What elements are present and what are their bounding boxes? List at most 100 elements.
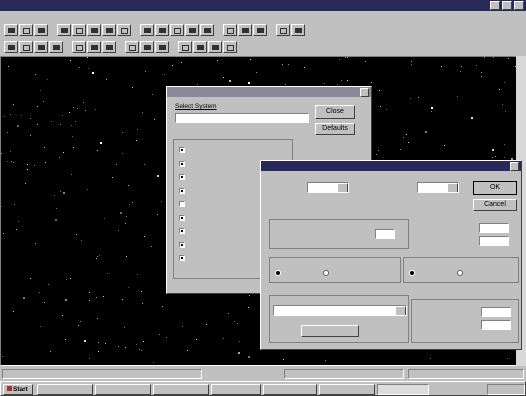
arrow-right-button[interactable]: [49, 41, 63, 53]
star: [97, 150, 98, 151]
star: [408, 142, 409, 143]
taskbar-item[interactable]: [211, 384, 261, 395]
constellation-button[interactable]: [223, 24, 237, 36]
star: [21, 115, 22, 116]
chart-button[interactable]: [291, 24, 305, 36]
zoom-box-icon: [129, 45, 136, 51]
open-folder-button[interactable]: [4, 24, 18, 36]
star: [95, 109, 96, 110]
star: [55, 219, 57, 221]
minimize-icon[interactable]: [490, 1, 501, 10]
center-button[interactable]: [102, 41, 116, 53]
paste-button[interactable]: [87, 24, 101, 36]
taskbar-item[interactable]: [95, 384, 151, 395]
print-button[interactable]: [34, 24, 48, 36]
field2-select[interactable]: [417, 182, 459, 193]
cut-button[interactable]: [57, 24, 71, 36]
label-button[interactable]: [140, 41, 154, 53]
item-value-field[interactable]: [375, 229, 395, 239]
star: [379, 90, 380, 91]
option-checkbox[interactable]: [179, 174, 185, 180]
option-checkbox[interactable]: [179, 214, 185, 221]
option-checkbox[interactable]: [179, 187, 185, 194]
taskbar-item[interactable]: [319, 384, 375, 395]
checkmark-icon: [181, 189, 183, 192]
row-value-field[interactable]: [479, 236, 509, 246]
star: [406, 134, 407, 135]
catalog-dropdown[interactable]: [273, 305, 407, 316]
chevron-down-icon[interactable]: [447, 183, 458, 192]
zoom-in-button[interactable]: [140, 24, 154, 36]
radio-b2[interactable]: [457, 270, 463, 276]
telescope-button[interactable]: [238, 24, 252, 36]
chevron-down-icon[interactable]: [395, 306, 406, 315]
star: [120, 212, 122, 214]
rotate-right-button[interactable]: [87, 41, 101, 53]
radio-a2[interactable]: [323, 270, 329, 276]
star: [339, 59, 340, 60]
star: [142, 112, 143, 113]
settings-button[interactable]: [276, 24, 290, 36]
arrow-left-button[interactable]: [34, 41, 48, 53]
track-button[interactable]: [178, 41, 192, 53]
stars-button[interactable]: [185, 24, 199, 36]
star: [105, 343, 106, 344]
close-icon[interactable]: [360, 88, 369, 97]
star: [137, 274, 138, 275]
option-checkbox[interactable]: [179, 147, 185, 153]
horizon-button[interactable]: [223, 41, 237, 53]
undo-button[interactable]: [102, 24, 116, 36]
field-button[interactable]: [193, 41, 207, 53]
star: [71, 125, 72, 126]
row-value-field[interactable]: [481, 307, 511, 317]
maximize-icon[interactable]: [502, 1, 513, 10]
radio-a1[interactable]: [275, 270, 281, 276]
star: [107, 273, 108, 274]
start-button[interactable]: Start: [3, 384, 33, 395]
close-icon[interactable]: [514, 1, 524, 10]
star: [45, 162, 46, 163]
grid-button[interactable]: [170, 24, 184, 36]
taskbar-item[interactable]: [37, 384, 93, 395]
ok-button[interactable]: OK: [473, 181, 517, 195]
find-button[interactable]: [253, 24, 267, 36]
row-value-field[interactable]: [481, 320, 511, 330]
cancel-button[interactable]: Cancel: [473, 199, 517, 211]
catalog-button[interactable]: [301, 325, 359, 337]
option-checkbox[interactable]: [179, 241, 185, 248]
defaults-button[interactable]: Defaults: [315, 123, 355, 135]
arrow-down-button[interactable]: [19, 41, 33, 53]
chevron-down-icon[interactable]: [337, 183, 348, 192]
checkmark-icon: [181, 257, 183, 259]
option-checkbox[interactable]: [179, 228, 185, 234]
star: [89, 292, 90, 293]
star: [118, 230, 119, 231]
arrow-up-button[interactable]: [4, 41, 18, 53]
text-button[interactable]: [155, 41, 169, 53]
system-field[interactable]: [175, 113, 309, 123]
rotate-left-button[interactable]: [72, 41, 86, 53]
taskbar-item[interactable]: [153, 384, 209, 395]
row-value-field[interactable]: [479, 223, 509, 233]
copy-button[interactable]: [72, 24, 86, 36]
redo-icon: [121, 28, 128, 34]
save-button[interactable]: [19, 24, 33, 36]
save-icon: [23, 28, 30, 34]
radio-b1[interactable]: [409, 270, 415, 276]
planets-button[interactable]: [200, 24, 214, 36]
redo-button[interactable]: [117, 24, 131, 36]
field1-select[interactable]: [307, 182, 349, 193]
zoom-out-button[interactable]: [155, 24, 169, 36]
option-checkbox[interactable]: [179, 255, 185, 261]
zoom-box-button[interactable]: [125, 41, 139, 53]
ecliptic-button[interactable]: [208, 41, 222, 53]
star: [431, 111, 432, 112]
star: [78, 325, 79, 326]
close-icon[interactable]: [510, 162, 519, 171]
option-checkbox[interactable]: [179, 201, 185, 207]
taskbar-item[interactable]: [263, 384, 317, 395]
taskbar-item[interactable]: [377, 384, 429, 395]
option-checkbox[interactable]: [179, 160, 185, 167]
star: [125, 223, 126, 224]
close-button[interactable]: Close: [315, 105, 355, 119]
